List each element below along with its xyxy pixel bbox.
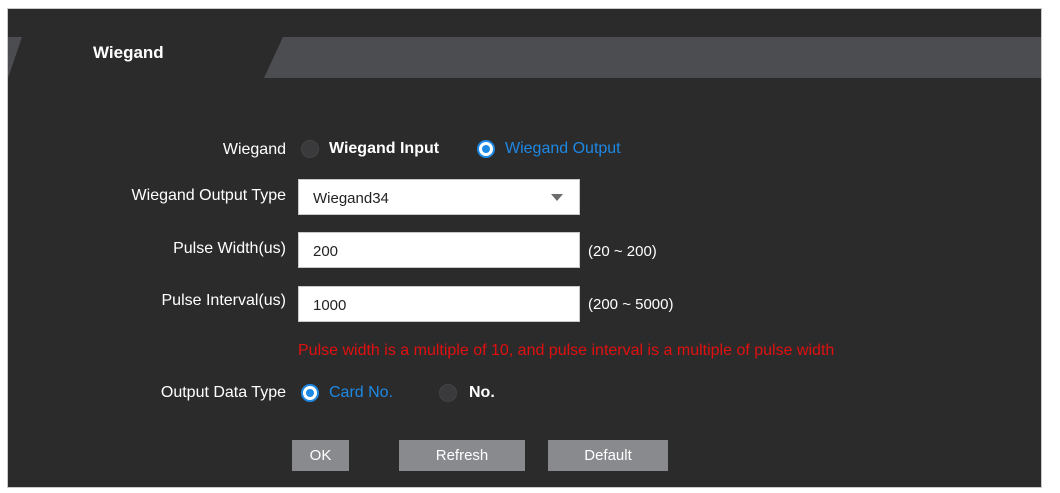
chevron-down-icon[interactable]: [551, 194, 563, 201]
pulse-interval-label: Pulse Interval(us): [161, 292, 287, 309]
card-no-label[interactable]: Card No.: [329, 384, 393, 402]
wiegand-output-label[interactable]: Wiegand Output: [505, 140, 621, 158]
pulse-interval-range: (200 ~ 5000): [588, 296, 674, 313]
no-label[interactable]: No.: [469, 384, 495, 402]
pulse-warning-text: Pulse width is a multiple of 10, and pul…: [298, 342, 835, 359]
output-type-value: Wiegand34: [313, 190, 389, 207]
pulse-interval-input[interactable]: 1000: [298, 286, 580, 322]
default-button[interactable]: Default: [548, 440, 668, 471]
tab-wiegand[interactable]: Wiegand: [8, 37, 283, 78]
wiegand-output-radio[interactable]: [477, 140, 495, 158]
refresh-button[interactable]: Refresh: [399, 440, 525, 471]
output-type-select[interactable]: Wiegand34: [298, 179, 580, 215]
wiegand-input-label[interactable]: Wiegand Input: [329, 140, 439, 158]
pulse-interval-value: 1000: [313, 297, 347, 314]
pulse-width-value: 200: [313, 243, 339, 260]
tab-label: Wiegand: [93, 43, 164, 62]
pulse-width-input[interactable]: 200: [298, 232, 580, 268]
card-no-radio[interactable]: [301, 384, 319, 402]
wiegand-input-radio[interactable]: [301, 140, 319, 158]
pulse-width-label: Pulse Width(us): [173, 240, 286, 257]
wiegand-label: Wiegand: [222, 141, 286, 158]
output-type-label: Wiegand Output Type: [131, 187, 286, 204]
pulse-width-range: (20 ~ 200): [588, 243, 657, 260]
wiegand-config-panel: Wiegand Wiegand Wiegand Input Wiegand Ou…: [7, 8, 1042, 488]
tab-strip: Wiegand: [8, 37, 1041, 78]
no-radio[interactable]: [439, 384, 457, 402]
output-data-type-label: Output Data Type: [160, 384, 286, 401]
ok-button[interactable]: OK: [292, 440, 349, 471]
